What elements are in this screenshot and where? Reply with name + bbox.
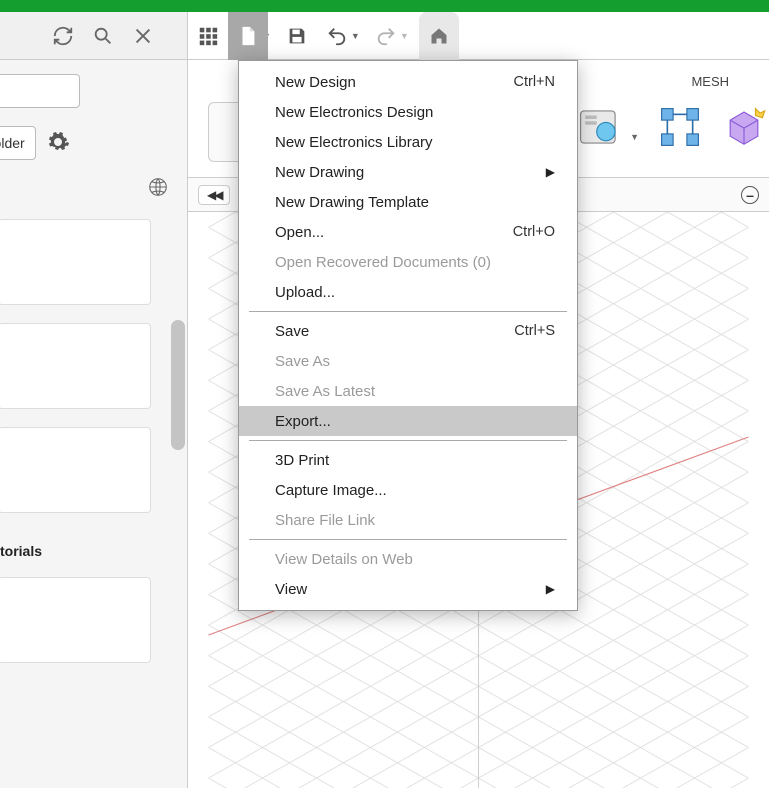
menu-item-shortcut: Ctrl+O — [513, 224, 555, 240]
menu-item-label: Capture Image... — [275, 482, 387, 499]
menu-item-view[interactable]: View ▶ — [239, 574, 577, 604]
home-tab[interactable] — [419, 12, 459, 60]
section-header: torials — [0, 543, 175, 559]
menu-item-shortcut: Ctrl+S — [514, 323, 555, 339]
menu-item-label: 3D Print — [275, 452, 329, 469]
menu-item-label: Save As Latest — [275, 383, 375, 400]
menu-item-label: Share File Link — [275, 512, 375, 529]
menu-item-upload[interactable]: Upload... — [239, 277, 577, 307]
caret-down-icon[interactable]: ▼ — [630, 132, 639, 142]
ribbon-group-label: MESH — [691, 74, 729, 89]
menu-item-label: View Details on Web — [275, 551, 413, 568]
menu-item-new-electronics-library[interactable]: New Electronics Library — [239, 127, 577, 157]
submenu-arrow-icon: ▶ — [546, 582, 555, 596]
project-card[interactable] — [0, 323, 151, 409]
menu-item-3d-print[interactable]: 3D Print — [239, 445, 577, 475]
file-menu-button[interactable] — [228, 12, 268, 60]
file-dropdown-menu: New Design Ctrl+N New Electronics Design Ne… — [238, 60, 578, 611]
menu-item-save-as: Save As — [239, 346, 577, 376]
main-toolbar: ▼ ▼ ▼ — [188, 12, 769, 59]
save-icon[interactable] — [277, 12, 317, 60]
project-card[interactable] — [0, 577, 151, 663]
materials-icon[interactable] — [576, 104, 622, 150]
project-name-input[interactable]: ple — [0, 74, 80, 108]
menu-separator — [249, 440, 567, 441]
menu-item-view-details-on-web: View Details on Web — [239, 544, 577, 574]
undo-icon[interactable] — [317, 12, 357, 60]
node-graph-icon[interactable] — [657, 104, 703, 150]
menu-item-label: New Electronics Library — [275, 134, 433, 151]
menu-separator — [249, 311, 567, 312]
menu-item-label: Export... — [275, 413, 331, 430]
scrollbar-thumb[interactable] — [171, 320, 185, 450]
menu-item-new-drawing[interactable]: New Drawing ▶ — [239, 157, 577, 187]
menu-item-label: New Design — [275, 74, 356, 91]
redo-caret-icon[interactable]: ▼ — [400, 31, 409, 41]
data-panel: ple w Folder torials — [0, 60, 188, 788]
gear-icon[interactable] — [46, 130, 70, 157]
menu-item-label: Upload... — [275, 284, 335, 301]
search-icon[interactable] — [90, 23, 116, 49]
menu-item-save[interactable]: Save Ctrl+S — [239, 316, 577, 346]
menu-item-label: View — [275, 581, 307, 598]
menu-item-label: Open Recovered Documents (0) — [275, 254, 491, 271]
menu-item-export[interactable]: Export... — [239, 406, 577, 436]
apps-grid-icon[interactable] — [188, 12, 228, 60]
menu-item-open-recovered-documents-0: Open Recovered Documents (0) — [239, 247, 577, 277]
refresh-icon[interactable] — [50, 23, 76, 49]
menu-item-shortcut: Ctrl+N — [514, 74, 556, 90]
menu-item-share-file-link: Share File Link — [239, 505, 577, 535]
menu-item-label: Open... — [275, 224, 324, 241]
menu-item-new-design[interactable]: New Design Ctrl+N — [239, 67, 577, 97]
rewind-button[interactable]: ◀◀ — [198, 185, 230, 205]
mesh-cube-icon[interactable] — [721, 104, 767, 150]
project-card[interactable] — [0, 427, 151, 513]
menu-separator — [249, 539, 567, 540]
menu-item-new-electronics-design[interactable]: New Electronics Design — [239, 97, 577, 127]
new-folder-button[interactable]: w Folder — [0, 126, 36, 160]
menu-item-label: New Drawing Template — [275, 194, 429, 211]
menu-item-label: New Drawing — [275, 164, 364, 181]
menu-item-label: Save — [275, 323, 309, 340]
menu-item-label: New Electronics Design — [275, 104, 433, 121]
menu-item-capture-image[interactable]: Capture Image... — [239, 475, 577, 505]
collapse-icon[interactable]: – — [741, 186, 759, 204]
data-panel-toolbar — [0, 12, 188, 59]
globe-icon[interactable] — [0, 176, 177, 201]
menu-item-open[interactable]: Open... Ctrl+O — [239, 217, 577, 247]
close-icon[interactable] — [130, 23, 156, 49]
window-titlebar — [0, 0, 769, 12]
menu-item-label: Save As — [275, 353, 330, 370]
menu-item-save-as-latest: Save As Latest — [239, 376, 577, 406]
submenu-arrow-icon: ▶ — [546, 165, 555, 179]
menu-item-new-drawing-template[interactable]: New Drawing Template — [239, 187, 577, 217]
project-card[interactable] — [0, 219, 151, 305]
